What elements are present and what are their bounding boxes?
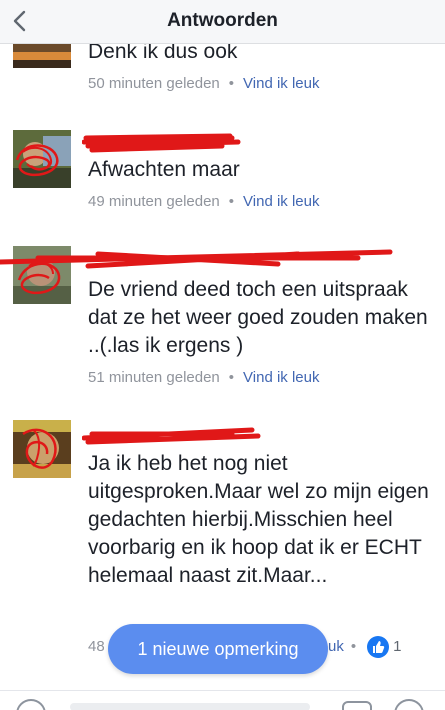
like-link[interactable]: Vind ik leuk [243, 369, 319, 386]
gif-icon[interactable] [342, 701, 372, 710]
comment-text: Afwachten maar [88, 158, 240, 181]
comment-text: Denk ik dus ook [88, 44, 238, 63]
comment-meta-partial: uk • 1 [328, 636, 402, 659]
redaction-scribble [82, 133, 241, 153]
comment-author[interactable] [0, 249, 435, 276]
comment-text: De vriend deed toch een uitspraak dat ze… [88, 278, 428, 357]
page-title: Antwoorden [167, 10, 278, 31]
comment-meta: 50 minuten geleden • Vind ik leuk [88, 75, 320, 92]
avatar[interactable] [13, 420, 71, 478]
like-link[interactable]: Vind ik leuk [243, 75, 319, 92]
comments-list[interactable]: Denk ik dus ook 50 minuten geleden • Vind … [0, 44, 445, 680]
comment-meta: 51 minuten geleden • Vind ik leuk [88, 369, 320, 386]
new-comments-toast[interactable]: 1 nieuwe opmerking [108, 624, 328, 674]
comment-meta: 49 minuten geleden • Vind ik leuk [88, 193, 320, 210]
comment-input[interactable] [70, 703, 310, 710]
comment-time: 50 minuten geleden [88, 75, 220, 92]
redaction-scribble [82, 427, 261, 445]
avatar[interactable] [13, 44, 71, 68]
like-link[interactable]: Vind ik leuk [243, 193, 319, 210]
comment-time-partial: 48 [88, 638, 105, 655]
like-reaction-icon[interactable] [367, 636, 390, 659]
comment-author[interactable] [82, 132, 435, 156]
emoji-icon[interactable] [394, 699, 424, 710]
comment-time: 49 minuten geleden [88, 193, 220, 210]
avatar[interactable] [13, 130, 71, 188]
comment-time: 51 minuten geleden [88, 369, 220, 386]
redaction-scribble [0, 249, 393, 269]
comment-text: Ja ik heb het nog niet uitgesproken.Maar… [88, 452, 429, 587]
thumbs-up-icon [373, 641, 385, 654]
comment-composer-bar [0, 690, 445, 710]
like-link-partial[interactable]: uk [328, 638, 344, 655]
like-count: 1 [393, 638, 402, 655]
comment-author[interactable] [82, 426, 435, 450]
top-bar: Antwoorden [0, 0, 445, 44]
camera-icon[interactable] [16, 699, 46, 710]
